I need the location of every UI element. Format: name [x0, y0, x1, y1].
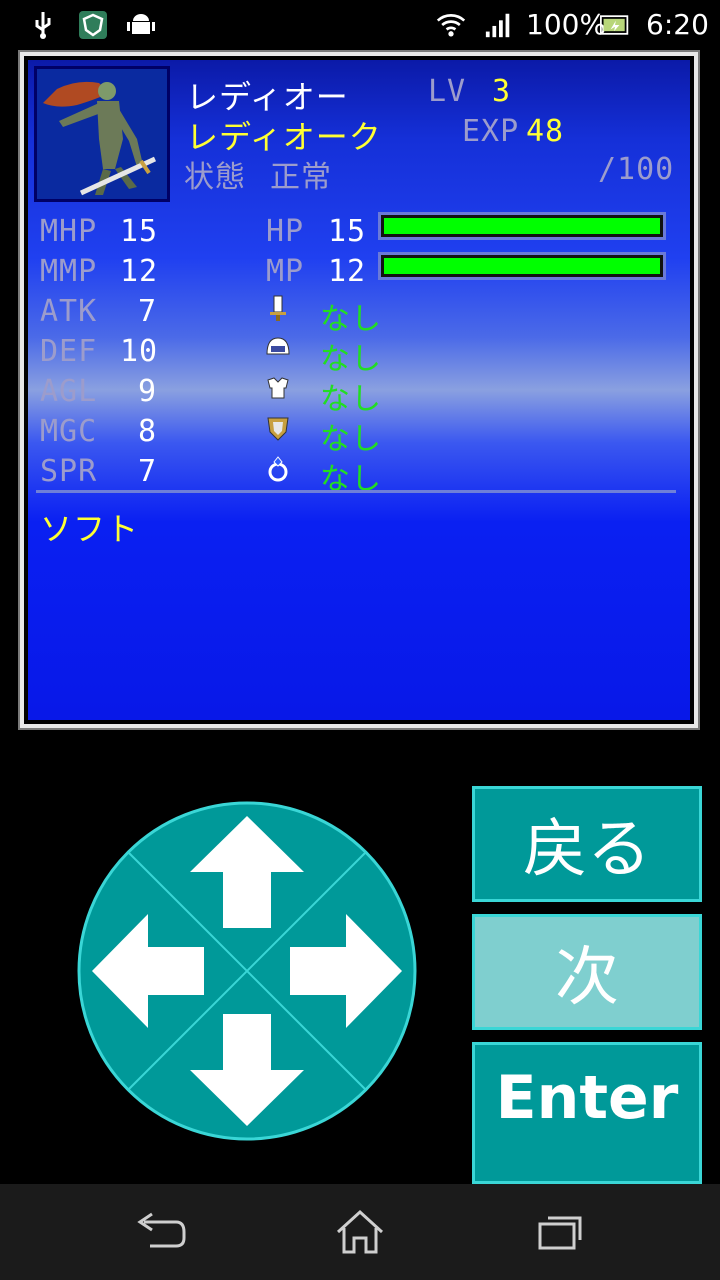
lv-label: LV — [428, 74, 467, 109]
hp-label: HP — [266, 214, 305, 249]
recent-apps-icon[interactable] — [530, 1208, 590, 1258]
mp-bar-fill — [384, 258, 660, 274]
mp-label: MP — [266, 254, 305, 289]
back-nav-icon[interactable] — [130, 1208, 190, 1258]
atk-value: 7 — [138, 294, 158, 329]
signal-icon — [484, 10, 514, 40]
def-label: DEF — [40, 334, 98, 369]
ring-icon — [268, 456, 288, 482]
mp-bar — [378, 252, 666, 280]
mgc-label: MGC — [40, 414, 98, 449]
spr-label: SPR — [40, 454, 98, 489]
hp-bar — [378, 212, 666, 240]
battery-percent: 100% — [526, 8, 607, 41]
dpad — [77, 801, 417, 1141]
mmp-value: 12 — [120, 254, 159, 289]
mp-value: 12 — [328, 254, 367, 289]
equip-weapon: なし — [320, 302, 382, 337]
home-nav-icon[interactable] — [330, 1208, 390, 1258]
spr-value: 7 — [138, 454, 158, 489]
status-label: 状態 — [184, 160, 246, 195]
next-button[interactable]: 次 — [472, 914, 702, 1030]
status-panel: レディオー LV 3 レディオーク EXP 48 状態 正常 /100 MHP … — [28, 60, 690, 720]
def-value: 10 — [120, 334, 159, 369]
mgc-value: 8 — [138, 414, 158, 449]
agl-value: 9 — [138, 374, 158, 409]
wifi-icon — [436, 10, 466, 40]
hp-value: 15 — [328, 214, 367, 249]
mhp-label: MHP — [40, 214, 98, 249]
hp-bar-fill — [384, 218, 660, 234]
shield-app-icon — [78, 10, 108, 40]
atk-label: ATK — [40, 294, 98, 329]
status-value: 正常 — [270, 160, 332, 195]
exp-next: /100 — [598, 152, 675, 187]
exp-value: 48 — [526, 114, 565, 149]
enter-button[interactable]: Enter — [472, 1042, 702, 1184]
exp-label: EXP — [462, 114, 520, 149]
sword-icon — [270, 295, 286, 321]
shield-icon — [267, 417, 289, 441]
agl-label: AGL — [40, 374, 98, 409]
mhp-value: 15 — [120, 214, 159, 249]
helmet-icon — [266, 337, 290, 355]
mmp-label: MMP — [40, 254, 98, 289]
armor-icon — [267, 377, 289, 399]
character-portrait — [34, 66, 170, 202]
equip-body: なし — [320, 382, 382, 417]
navigation-bar — [0, 1184, 720, 1280]
lv-value: 3 — [492, 74, 512, 109]
battery-icon — [600, 10, 630, 40]
description-text: ソフト — [40, 510, 140, 548]
android-icon — [126, 10, 156, 40]
status-bar: 100% 6:20 — [0, 0, 720, 50]
usb-icon — [28, 10, 58, 40]
equip-head: なし — [320, 342, 382, 377]
clock: 6:20 — [646, 8, 709, 41]
back-button[interactable]: 戻る — [472, 786, 702, 902]
game-status-window: レディオー LV 3 レディオーク EXP 48 状態 正常 /100 MHP … — [18, 50, 700, 730]
equip-shield: なし — [320, 422, 382, 457]
divider — [36, 490, 676, 493]
